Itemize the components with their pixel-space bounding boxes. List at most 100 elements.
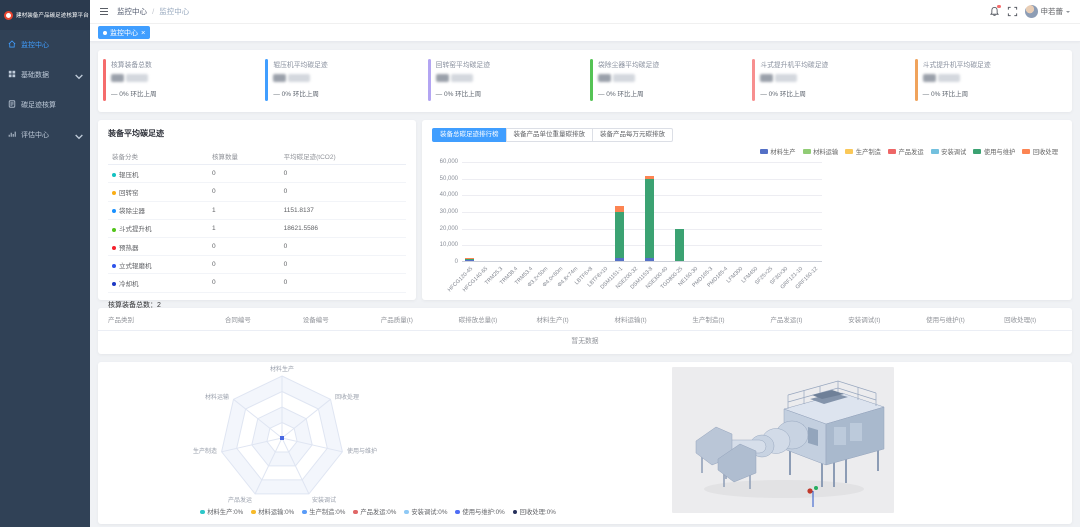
gridline — [462, 245, 822, 246]
legend-item[interactable]: 材料运输 — [803, 147, 839, 156]
detail-column-header: 产品质量(t) — [371, 314, 449, 324]
sidebar-item-evaluation[interactable]: 评估中心 — [0, 120, 90, 150]
tag-close-icon[interactable]: × — [141, 29, 145, 37]
radar-legend-item[interactable]: 生产制造:0% — [302, 507, 345, 516]
kpi-title: 斗式提升机平均碳足迹 — [923, 59, 1066, 69]
kpi-card: 斗式提升机平均碳足迹— 0% 环比上周 — [910, 50, 1072, 112]
detail-column-header: 材料运输(t) — [604, 314, 682, 324]
bottom-panel: 材料生产回收处理使用与维护安装调试产品发运生产制造材料运输 材料生产:0%材料运… — [98, 362, 1072, 524]
category-dot — [112, 191, 116, 195]
radar-legend-dot — [200, 510, 205, 515]
radar-legend-dot — [353, 510, 358, 515]
equipment-category-cell: 辊压机 — [108, 165, 208, 183]
kpi-accent-bar — [752, 59, 755, 101]
radar-legend-label: 安装调试:0% — [411, 507, 447, 516]
legend-item[interactable]: 产品发运 — [888, 147, 924, 156]
radar-legend-item[interactable]: 使用与维护:0% — [455, 507, 504, 516]
breadcrumb: 监控中心 / 监控中心 — [117, 6, 189, 17]
user-name: 申若蕾 — [1041, 6, 1064, 17]
tag-label: 监控中心 — [110, 28, 138, 38]
logo-icon — [4, 11, 13, 20]
kpi-value-redacted — [111, 74, 254, 82]
content: 核算装备总数— 0% 环比上周辊压机平均碳足迹— 0% 环比上周回转窑平均碳足迹… — [90, 42, 1080, 527]
gridline — [462, 179, 822, 180]
hamburger-icon[interactable] — [100, 8, 108, 15]
bar-segment — [465, 260, 474, 261]
tab-per-value[interactable]: 装备产品每万元碳排放 — [592, 128, 673, 142]
legend-item[interactable]: 安装调试 — [931, 147, 967, 156]
legend-item[interactable]: 生产制造 — [845, 147, 881, 156]
sidebar-item-label: 评估中心 — [21, 130, 49, 140]
kpi-delta: — 0% 环比上周 — [273, 88, 416, 98]
kpi-row: 核算装备总数— 0% 环比上周辊压机平均碳足迹— 0% 环比上周回转窑平均碳足迹… — [98, 50, 1072, 112]
radar-axis-label: 回收处理 — [335, 392, 359, 401]
kpi-card: 斗式提升机平均碳足迹— 0% 环比上周 — [747, 50, 909, 112]
equipment-category-cell: 回转窑 — [108, 183, 208, 201]
carbon-calc-icon — [8, 100, 16, 110]
equipment-category-cell: 斗式提升机 — [108, 219, 208, 237]
detail-column-header: 产品发运(t) — [760, 314, 838, 324]
bar-chart-plot: HFCG120-45HFCG140-65TRM25.3TRM38.4TRM53.… — [462, 162, 822, 262]
kpi-value-redacted — [760, 74, 903, 82]
radar-legend-item[interactable]: 安装调试:0% — [404, 507, 447, 516]
y-tick-label: 60,000 — [440, 159, 458, 165]
legend-label: 安装调试 — [941, 147, 966, 156]
tag-monitor[interactable]: 监控中心 × — [98, 26, 150, 39]
radar-legend-item[interactable]: 材料生产:0% — [200, 507, 243, 516]
notification-bell-icon[interactable] — [989, 6, 1000, 17]
tab-total-rank[interactable]: 装备总碳足迹排行榜 — [432, 128, 507, 142]
radar-legend-label: 回收处理:0% — [520, 507, 556, 516]
app-title: 建材装备产品碳足迹核算平台 — [16, 11, 89, 19]
radar-legend-item[interactable]: 产品发运:0% — [353, 507, 396, 516]
bar-segment — [465, 259, 474, 261]
kpi-delta: — 0% 环比上周 — [436, 88, 579, 98]
equipment-column-header: 核算数量 — [208, 147, 280, 165]
kpi-title: 回转窑平均碳足迹 — [436, 59, 579, 69]
app-root: 建材装备产品碳足迹核算平台 监控中心基础数据碳足迹核算评估中心 监控中心 / 监… — [0, 0, 1080, 527]
panel-title: 装备平均碳足迹 — [108, 128, 406, 139]
y-tick-label: 20,000 — [440, 226, 458, 232]
equipment-avg-panel: 装备平均碳足迹 装备分类核算数量平均碳足迹(tCO2) 辊压机00回转窑00袋除… — [98, 120, 416, 300]
kpi-value-redacted — [598, 74, 741, 82]
detail-column-header: 碳排放总量(t) — [449, 314, 527, 324]
table-row: 斗式提升机118621.5586 — [108, 219, 406, 237]
kpi-accent-bar — [265, 59, 268, 101]
kpi-card: 回转窑平均碳足迹 — 0% 环比上周 — [423, 50, 585, 112]
gridline — [462, 229, 822, 230]
legend-label: 使用与维护 — [984, 147, 1015, 156]
category-dot — [112, 264, 116, 268]
detail-table-header: 产品类别合同编号设备编号产品质量(t)碳排放总量(t)材料生产(t)材料运输(t… — [98, 308, 1072, 331]
radar-legend-item[interactable]: 材料运输:0% — [251, 507, 294, 516]
category-dot — [112, 282, 116, 286]
legend-item[interactable]: 使用与维护 — [973, 147, 1015, 156]
tab-per-weight[interactable]: 装备产品单位重量碳排放 — [506, 128, 594, 142]
radar-legend-dot — [513, 510, 518, 515]
kpi-title: 斗式提升机平均碳足迹 — [760, 59, 903, 69]
bar-segment — [615, 212, 624, 258]
user-menu[interactable]: 申若蕾 — [1025, 5, 1071, 18]
chevron-down-icon — [75, 133, 83, 143]
radar-axis-label: 材料运输 — [205, 392, 229, 401]
sidebar-item-monitor[interactable]: 监控中心 — [0, 30, 90, 60]
legend-label: 回收处理 — [1033, 147, 1058, 156]
breadcrumb-item[interactable]: 监控中心 — [117, 7, 147, 16]
monitor-icon — [8, 40, 16, 50]
y-tick-label: 40,000 — [440, 192, 458, 198]
equipment-count-cell: 0 — [208, 165, 280, 183]
basic-data-icon — [8, 70, 16, 80]
sidebar-item-carbon-calc[interactable]: 碳足迹核算 — [0, 90, 90, 120]
y-tick-label: 30,000 — [440, 209, 458, 215]
kpi-card: 核算装备总数— 0% 环比上周 — [98, 50, 260, 112]
fullscreen-icon[interactable] — [1007, 6, 1018, 17]
radar-data-point — [280, 436, 284, 440]
y-tick-label: 0 — [455, 259, 458, 265]
legend-item[interactable]: 材料生产 — [760, 147, 796, 156]
legend-item[interactable]: 回收处理 — [1022, 147, 1058, 156]
sidebar-item-basic-data[interactable]: 基础数据 — [0, 60, 90, 90]
detail-table-panel: 产品类别合同编号设备编号产品质量(t)碳排放总量(t)材料生产(t)材料运输(t… — [98, 308, 1072, 354]
radar-legend-item[interactable]: 回收处理:0% — [513, 507, 556, 516]
equipment-category-cell: 冷却机 — [108, 274, 208, 292]
legend-swatch — [803, 149, 811, 154]
sidebar-item-label: 基础数据 — [21, 70, 49, 80]
kpi-title: 核算装备总数 — [111, 59, 254, 69]
